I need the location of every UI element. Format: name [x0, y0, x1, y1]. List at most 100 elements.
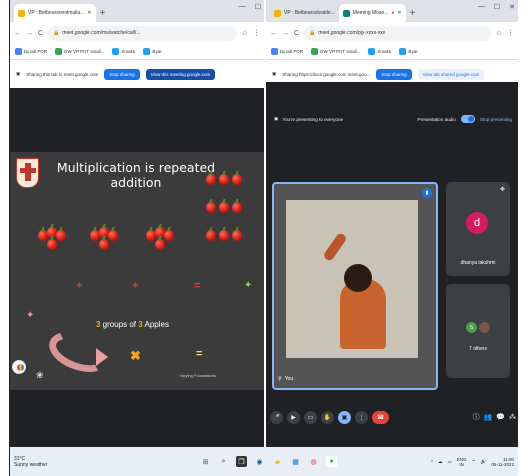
reload-icon[interactable]: C — [294, 30, 299, 37]
meeting-controls: 🎤 ▶ ▭ ✋ ▣ ⋮ ☎ ⓘ 👥 💬 ⁂ — [270, 408, 516, 426]
pin-icon[interactable]: ⚲ — [278, 376, 282, 382]
more-options-icon[interactable]: ✥ — [500, 186, 505, 193]
address-bar[interactable]: 🔒 meet.google.com/pjy-xxxx-xxx — [304, 25, 491, 41]
bookmark-item[interactable]: GW VP PHT sinall... — [55, 48, 104, 55]
multiply-sign: ✖ — [130, 348, 141, 363]
maximize-icon[interactable]: ☐ — [494, 3, 500, 11]
minimize-icon[interactable]: — — [478, 3, 485, 11]
slide-title: Multiplication is repeated addition — [56, 160, 216, 190]
apple-icon — [108, 230, 118, 241]
new-tab-button[interactable]: + — [96, 4, 110, 22]
bookmark-item[interactable]: GW VP PHT sinall... — [311, 48, 360, 55]
mic-active-icon: ▮ — [422, 188, 432, 198]
bookmark-item[interactable]: Smake — [368, 48, 391, 55]
store-icon[interactable]: ▦ — [290, 456, 301, 467]
chat-icon[interactable]: 💬 — [496, 413, 505, 421]
new-tab-button[interactable]: + — [406, 4, 420, 22]
edge-icon[interactable]: ◉ — [254, 456, 265, 467]
info-icon[interactable]: ⓘ — [473, 412, 480, 422]
window-controls: — ☐ — [239, 3, 261, 11]
wifi-icon[interactable]: ⌔ — [471, 459, 475, 464]
language-indicator[interactable]: ENG IN — [457, 457, 467, 467]
stop-sharing-button[interactable]: Stop sharing — [104, 68, 140, 80]
start-icon[interactable]: ⊞ — [200, 456, 211, 467]
bookmark-item[interactable]: Byte — [399, 48, 417, 55]
swirl-icon: ❀ — [36, 370, 44, 380]
back-icon[interactable]: ← — [270, 30, 277, 37]
address-bar[interactable]: 🔒 meet.google.com/ms/watche/call/... — [48, 25, 237, 41]
you-label: ⚲ You — [278, 376, 294, 382]
arrowhead-icon — [96, 348, 108, 366]
stop-presenting-button[interactable]: Stop presenting — [480, 117, 512, 122]
volume-icon[interactable]: 🔊 — [481, 459, 487, 464]
clock[interactable]: 11:00 05-11-2022 — [491, 457, 514, 467]
close-icon[interactable]: ✕ — [87, 10, 91, 16]
view-tab-button[interactable]: View this meeting.google.com — [145, 68, 216, 80]
view-tab-button[interactable]: View tab shared google.com — [417, 68, 485, 80]
bookmark-item[interactable]: bp lab FOR — [15, 48, 47, 55]
others-tile[interactable]: S 7 others — [446, 284, 510, 378]
presentation-slide: Multiplication is repeated addition + + … — [10, 152, 264, 390]
slides-icon — [18, 9, 25, 17]
presentation-audio-label: Presentation audio — [417, 116, 456, 122]
weather-widget[interactable]: 31°C Sunny weather — [10, 456, 100, 468]
star-icon[interactable]: ☆ — [496, 29, 502, 37]
camera-icon[interactable]: ▶ — [287, 410, 300, 424]
captions-icon[interactable]: ▭ — [304, 410, 317, 424]
tab-presentation[interactable]: VP : Betbearsolvable... — [270, 4, 339, 22]
file-explorer-icon[interactable]: ▰ — [272, 456, 283, 467]
tab-meeting[interactable]: Meeting Mose... ● ✕ — [338, 4, 406, 22]
chevron-up-icon[interactable]: ^ — [431, 459, 433, 464]
apple-icon — [155, 239, 165, 250]
tab-label: VP : Betbearsonolmalla... — [28, 10, 85, 16]
extensions-icon[interactable]: ⋮ — [507, 29, 514, 37]
stop-sharing-button[interactable]: Stop sharing — [376, 68, 412, 80]
share-icon: ▣ — [16, 71, 21, 76]
minimize-icon[interactable]: — — [239, 3, 246, 11]
left-edge — [0, 0, 10, 476]
share-text: Sharing this tab to meet.google.com — [26, 71, 99, 77]
bookmark-item[interactable]: bp lab FOR — [271, 48, 303, 55]
raise-hand-icon[interactable]: ✋ — [321, 410, 334, 424]
task-view-icon[interactable]: ❐ — [236, 456, 247, 467]
slide-footer: Varying Foundations — [179, 373, 216, 378]
bookmark-item[interactable]: Smake — [112, 48, 135, 55]
close-icon[interactable]: ✕ — [397, 10, 401, 16]
chrome-icon[interactable]: ◍ — [308, 456, 319, 467]
window-controls: — ☐ ✕ — [478, 3, 515, 11]
share-text: Sharing https://docs.google.com meet.goo… — [282, 71, 371, 77]
slides-icon — [274, 9, 281, 17]
apple-icon — [164, 230, 174, 241]
forward-icon[interactable]: → — [26, 30, 33, 37]
apple-icon — [99, 239, 109, 250]
tab-bar: VP : Betbearsonolmalla... ✕ + — ☐ — [10, 0, 264, 22]
meet-icon — [342, 9, 350, 17]
people-icon[interactable]: 👥 — [484, 413, 493, 421]
onedrive-icon[interactable]: ☁ — [438, 459, 443, 464]
close-window-icon[interactable]: ✕ — [509, 3, 515, 11]
forward-icon[interactable]: → — [282, 30, 289, 37]
participant-tile[interactable]: ✥ d dhanya lakshmi — [446, 182, 510, 276]
plus-sign: + — [76, 280, 83, 292]
present-icon[interactable]: ▣ — [338, 410, 351, 424]
app-icon[interactable]: ● — [326, 456, 337, 467]
back-icon[interactable]: ← — [14, 30, 21, 37]
mic-icon[interactable]: 🎤 — [270, 410, 283, 424]
bookmarks-bar: bp lab FOR GW VP PHT sinall... Smake Byt… — [266, 44, 518, 60]
bookmark-item[interactable]: Byte — [143, 48, 161, 55]
presentation-audio-toggle[interactable] — [460, 115, 475, 123]
search-icon[interactable]: ⌕ — [218, 456, 229, 467]
extensions-icon[interactable]: ⋮ — [253, 29, 260, 37]
self-video-tile[interactable]: ▮ ⚲ You — [272, 182, 438, 390]
participant-name: dhanya lakshmi — [460, 260, 496, 266]
apple-icon — [206, 230, 216, 241]
maximize-icon[interactable]: ☐ — [255, 3, 261, 11]
activities-icon[interactable]: ⁂ — [509, 413, 516, 421]
recording-dot-icon: ● — [391, 10, 395, 16]
end-call-icon[interactable]: ☎ — [372, 410, 389, 424]
star-icon[interactable]: ☆ — [242, 29, 248, 37]
reload-icon[interactable]: C — [38, 30, 43, 37]
tab-presentation[interactable]: VP : Betbearsonolmalla... ✕ — [14, 4, 96, 22]
more-icon[interactable]: ⋮ — [355, 410, 368, 424]
side-widget-icon[interactable] — [12, 360, 26, 374]
